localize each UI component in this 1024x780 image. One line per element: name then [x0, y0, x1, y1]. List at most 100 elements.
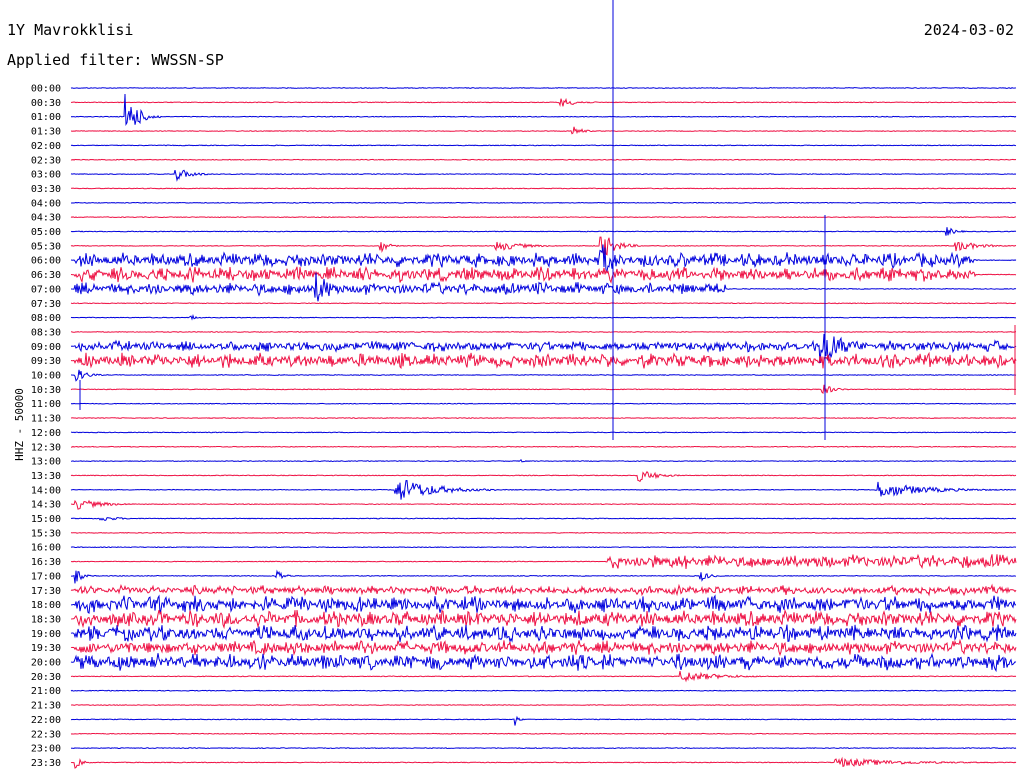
trace-line: [70, 351, 1017, 370]
time-tick-label: 00:30: [31, 98, 61, 109]
trace-line: [70, 87, 1017, 89]
trace-line: [70, 553, 1017, 570]
trace-line: [70, 417, 1017, 419]
time-tick-label: 07:00: [31, 284, 61, 295]
time-tick-label: 03:30: [31, 184, 61, 195]
time-tick-label: 06:00: [31, 256, 61, 267]
time-tick-label: 23:00: [31, 744, 61, 755]
trace-line: [70, 384, 1017, 394]
trace-line: [70, 266, 1017, 284]
trace-line: [70, 480, 1017, 500]
trace-line: [70, 314, 1017, 321]
time-tick-label: 04:00: [31, 198, 61, 209]
trace-line: [70, 187, 1017, 190]
time-tick-label: 20:30: [31, 672, 61, 683]
trace-line: [70, 569, 1017, 584]
time-tick-label: 22:30: [31, 729, 61, 740]
time-tick-label: 11:00: [31, 399, 61, 410]
time-tick-label: 10:30: [31, 385, 61, 396]
time-tick-label: 17:30: [31, 586, 61, 597]
time-tick-label: 21:00: [31, 686, 61, 697]
station-title: 1Y Mavrokklisi: [7, 21, 134, 39]
trace-line: [70, 93, 1017, 126]
trace-line: [70, 97, 1017, 108]
time-tick-label: 05:00: [31, 227, 61, 238]
trace-line: [70, 169, 1017, 182]
trace-line: [70, 431, 1017, 434]
time-tick-label: 19:00: [31, 629, 61, 640]
time-tick-label: 14:00: [31, 485, 61, 496]
trace-line: [70, 331, 1017, 333]
trace-line: [71, 445, 1017, 448]
trace-line: [70, 715, 1017, 726]
trace-line: [70, 244, 1017, 272]
channel-label: HHZ - 50000: [12, 388, 26, 461]
trace-line: [70, 531, 1017, 534]
time-tick-label: 22:00: [31, 715, 61, 726]
time-tick-label: 08:30: [31, 327, 61, 338]
time-tick-label: 11:30: [31, 414, 61, 425]
trace-line: [70, 236, 1017, 256]
trace-line: [70, 747, 1017, 750]
trace-line: [70, 470, 1017, 483]
trace-line: [70, 704, 1017, 706]
trace-line: [70, 369, 1017, 382]
trace-line: [70, 689, 1017, 692]
trace-line: [70, 459, 1017, 463]
trace-line: [70, 756, 1017, 769]
time-tick-label: 03:00: [31, 170, 61, 181]
trace-line: [70, 216, 1017, 219]
time-tick-label: 12:30: [31, 442, 61, 453]
time-tick-label: 06:30: [31, 270, 61, 281]
time-tick-label: 07:30: [31, 299, 61, 310]
time-tick-label: 01:00: [31, 112, 61, 123]
trace-line: [70, 546, 1017, 549]
time-tick-label: 12:00: [31, 428, 61, 439]
time-tick-label: 17:00: [31, 571, 61, 582]
time-tick-label: 19:30: [31, 643, 61, 654]
time-tick-label: 15:30: [31, 528, 61, 539]
helicorder-page: 00:00 00:30 01:00 01:30 02:00 02:30 03:00 03:30…: [0, 0, 1024, 780]
time-tick-label: 09:00: [31, 342, 61, 353]
trace-line: [70, 652, 1017, 673]
trace-line: [70, 126, 1017, 135]
trace-line: [70, 670, 1017, 683]
trace-line: [70, 499, 1017, 510]
trace-line: [70, 517, 1017, 521]
trace-line: [70, 302, 1017, 305]
time-tick-label: 18:00: [31, 600, 61, 611]
trace-line: [70, 624, 1017, 643]
trace-line: [70, 594, 1017, 615]
time-tick-label: 05:30: [31, 241, 61, 252]
trace-line: [70, 158, 1017, 161]
time-tick-label: 02:30: [31, 155, 61, 166]
trace-line: [70, 608, 1017, 630]
time-tick-label: 23:30: [31, 758, 61, 769]
time-tick-label: 21:30: [31, 701, 61, 712]
time-tick-label: 08:00: [31, 313, 61, 324]
time-tick-label: 09:30: [31, 356, 61, 367]
time-tick-label: 20:00: [31, 658, 61, 669]
time-tick-label: 01:30: [31, 127, 61, 138]
date-label: 2024-03-02: [923, 21, 1014, 39]
time-tick-label: 13:30: [31, 471, 61, 482]
trace-line: [70, 732, 1017, 735]
trace-line: [70, 402, 1017, 405]
time-tick-label: 18:30: [31, 614, 61, 625]
trace-line: [71, 201, 1017, 204]
trace-line: [70, 583, 1017, 597]
filter-label: Applied filter: WWSSN-SP: [7, 51, 224, 69]
trace-line: [70, 638, 1017, 657]
trace-line: [70, 227, 1017, 236]
time-tick-label: 00:00: [31, 84, 61, 95]
time-tick-label: 02:00: [31, 141, 61, 152]
time-tick-label: 13:00: [31, 457, 61, 468]
trace-line: [70, 144, 1017, 147]
time-tick-label: 14:30: [31, 500, 61, 511]
time-tick-label: 15:00: [31, 514, 61, 525]
time-tick-label: 16:30: [31, 557, 61, 568]
time-tick-label: 10:00: [31, 371, 61, 382]
helicorder-plot: 00:00 00:30 01:00 01:30 02:00 02:30 03:00 03:30…: [31, 0, 1017, 769]
time-tick-label: 16:00: [31, 543, 61, 554]
time-tick-label: 04:30: [31, 213, 61, 224]
